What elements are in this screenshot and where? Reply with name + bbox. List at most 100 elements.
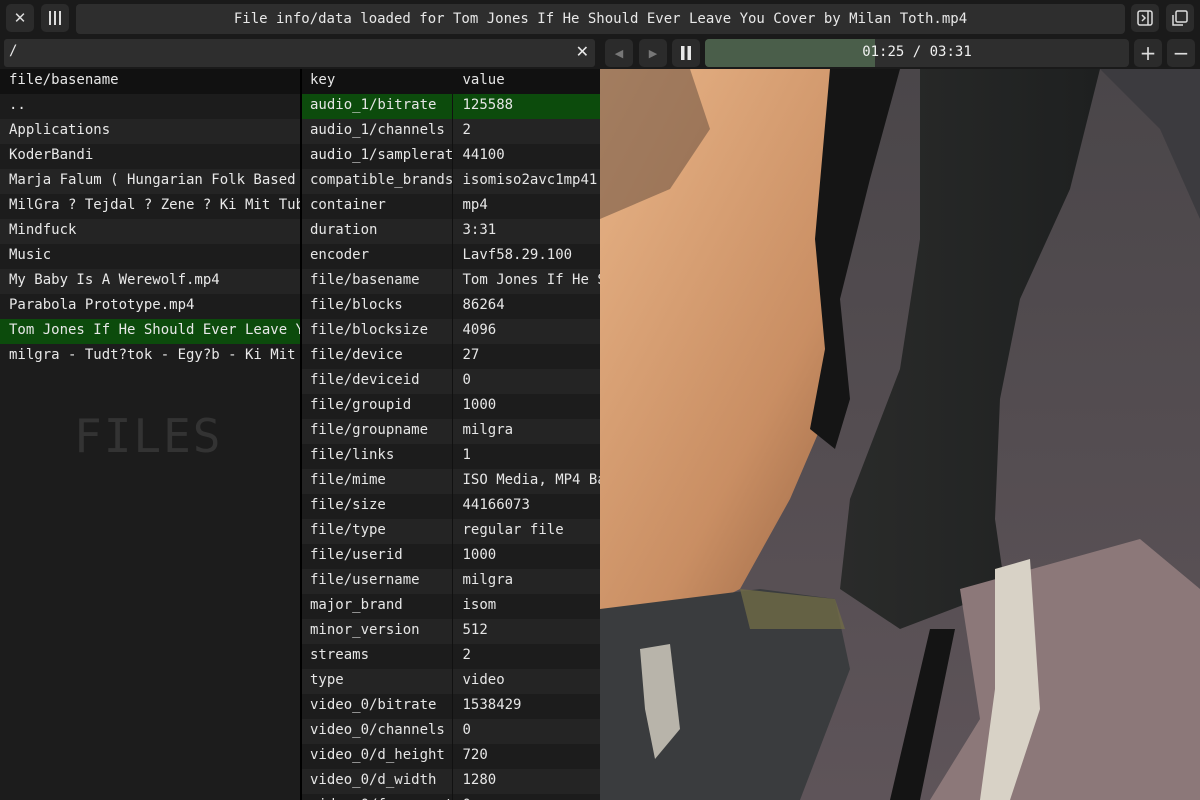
file-list-item[interactable]: Mindfuck (0, 219, 300, 244)
info-value: 0 (453, 794, 601, 800)
info-value: Tom Jones If He S (462, 272, 602, 288)
pause-button[interactable] (672, 39, 700, 67)
close-icon: ✕ (13, 9, 27, 27)
path-value: / (9, 43, 18, 59)
file-list-item[interactable]: Music (0, 244, 300, 269)
video-frame (600, 69, 1200, 800)
info-row[interactable]: major_brand isom (302, 594, 601, 619)
file-list-item[interactable]: Applications (0, 119, 300, 144)
info-value: Lavf58.29.100 (462, 247, 573, 263)
columns-button[interactable] (41, 4, 69, 32)
fullscreen-button[interactable] (1166, 4, 1194, 32)
info-row[interactable]: video_0/channels 0 (302, 719, 601, 744)
controls-bar: / ✕ ◀ ▶ 01:25 / 03:31 + − (0, 38, 1200, 68)
info-key: streams (310, 647, 370, 663)
info-row[interactable]: encoder Lavf58.29.100 (302, 244, 601, 269)
files-column-header[interactable]: file/basename (0, 69, 300, 94)
next-icon: ▶ (648, 46, 658, 60)
info-row[interactable]: video_0/d_height 720 (302, 744, 601, 769)
path-input[interactable]: / ✕ (4, 39, 595, 67)
value-column-header[interactable]: value (453, 69, 601, 94)
file-list-item[interactable]: Parabola Prototype.mp4 (0, 294, 300, 319)
info-value: video (462, 672, 505, 688)
info-row[interactable]: duration 3:31 (302, 219, 601, 244)
file-list-item[interactable]: milgra - Tudt?tok - Egy?b - Ki Mit T (0, 344, 300, 369)
info-value: 27 (462, 347, 480, 363)
file-list-item[interactable]: Tom Jones If He Should Ever Leave You (0, 319, 300, 344)
file-list-item[interactable]: KoderBandi (0, 144, 300, 169)
info-row[interactable]: file/username milgra (302, 569, 601, 594)
info-key: encoder (310, 247, 370, 263)
info-value: 0 (462, 722, 471, 738)
info-key: minor_version (310, 622, 420, 638)
info-value: 4096 (462, 322, 497, 338)
info-row[interactable]: video_0/bitrate 1538429 (302, 694, 601, 719)
volume-down-icon: − (1172, 41, 1190, 65)
key-column-header[interactable]: key (302, 69, 452, 94)
info-key: audio_1/samplerate (310, 147, 452, 163)
video-player[interactable] (600, 69, 1200, 800)
info-row[interactable]: audio_1/samplerate 44100 (302, 144, 601, 169)
info-key: file/blocks (310, 297, 403, 313)
info-value: 125588 (462, 97, 514, 113)
info-row[interactable]: file/size 44166073 (302, 494, 601, 519)
info-row[interactable]: minor_version 512 (302, 619, 601, 644)
info-key: video_0/d_height (310, 747, 445, 763)
info-value: 1000 (462, 397, 497, 413)
info-row[interactable]: file/links 1 (302, 444, 601, 469)
info-key: audio_1/channels (310, 122, 445, 138)
info-value: milgra (462, 422, 514, 438)
clear-icon[interactable]: ✕ (576, 42, 589, 61)
info-row[interactable]: file/userid 1000 (302, 544, 601, 569)
volume-up-button[interactable]: + (1134, 39, 1162, 67)
close-button[interactable]: ✕ (6, 4, 34, 32)
info-value: 1538429 (462, 697, 522, 713)
next-button[interactable]: ▶ (639, 39, 667, 67)
volume-down-button[interactable]: − (1167, 39, 1195, 67)
file-list-item[interactable]: My Baby Is A Werewolf.mp4 (0, 269, 300, 294)
sidebar-toggle-button[interactable] (1131, 4, 1159, 32)
info-value: 512 (462, 622, 488, 638)
info-row[interactable]: file/mime ISO Media, MP4 Ba (302, 469, 601, 494)
info-row[interactable]: streams 2 (302, 644, 601, 669)
info-list: audio_1/bitrate 125588 audio_1/channels 2 au… (302, 94, 601, 800)
info-row[interactable]: file/groupname milgra (302, 419, 601, 444)
info-row[interactable]: video_0/d_width 1280 (302, 769, 601, 794)
previous-icon: ◀ (614, 46, 624, 60)
info-key: file/deviceid (310, 372, 420, 388)
info-row[interactable]: compatible_brands isomiso2avc1mp41 (302, 169, 601, 194)
previous-button[interactable]: ◀ (605, 39, 633, 67)
info-value: regular file (462, 522, 564, 538)
info-value: 44100 (462, 147, 505, 163)
info-key: audio_1/bitrate (310, 97, 437, 113)
time-label: 01:25 / 03:31 (862, 44, 972, 60)
app-window: ✕ File info/data loaded for Tom Jones If… (0, 0, 1200, 800)
info-row[interactable]: type video (302, 669, 601, 694)
info-row[interactable]: audio_1/bitrate 125588 (302, 94, 601, 119)
info-row[interactable]: file/deviceid 0 (302, 369, 601, 394)
info-key: file/groupname (310, 422, 429, 438)
info-key: file/type (310, 522, 386, 538)
info-row[interactable]: container mp4 (302, 194, 601, 219)
info-row[interactable]: file/basename Tom Jones If He S (302, 269, 601, 294)
file-list-item[interactable]: Marja Falum ( Hungarian Folk Based (0, 169, 300, 194)
window-title: File info/data loaded for Tom Jones If H… (76, 4, 1125, 34)
file-list-item[interactable]: MilGra ? Tejdal ? Zene ? Ki Mit Tube (0, 194, 300, 219)
info-row[interactable]: file/device 27 (302, 344, 601, 369)
info-value: isom (462, 597, 497, 613)
seek-bar[interactable]: 01:25 / 03:31 (705, 39, 1129, 67)
info-row[interactable]: file/blocks 86264 (302, 294, 601, 319)
sidebar-toggle-icon (1137, 10, 1153, 26)
info-key: compatible_brands (310, 172, 452, 188)
volume-up-icon: + (1139, 41, 1157, 65)
files-pane: file/basename .. Applications KoderBandi Ma… (0, 69, 300, 800)
info-key: file/blocksize (310, 322, 429, 338)
info-row[interactable]: file/groupid 1000 (302, 394, 601, 419)
info-key: file/device (310, 347, 403, 363)
info-row[interactable]: audio_1/channels 2 (302, 119, 601, 144)
info-row[interactable]: video_0/frame_rate0 (302, 794, 601, 800)
info-row[interactable]: file/type regular file (302, 519, 601, 544)
info-key: type (310, 672, 344, 688)
info-row[interactable]: file/blocksize 4096 (302, 319, 601, 344)
file-list-item[interactable]: .. (0, 94, 300, 119)
